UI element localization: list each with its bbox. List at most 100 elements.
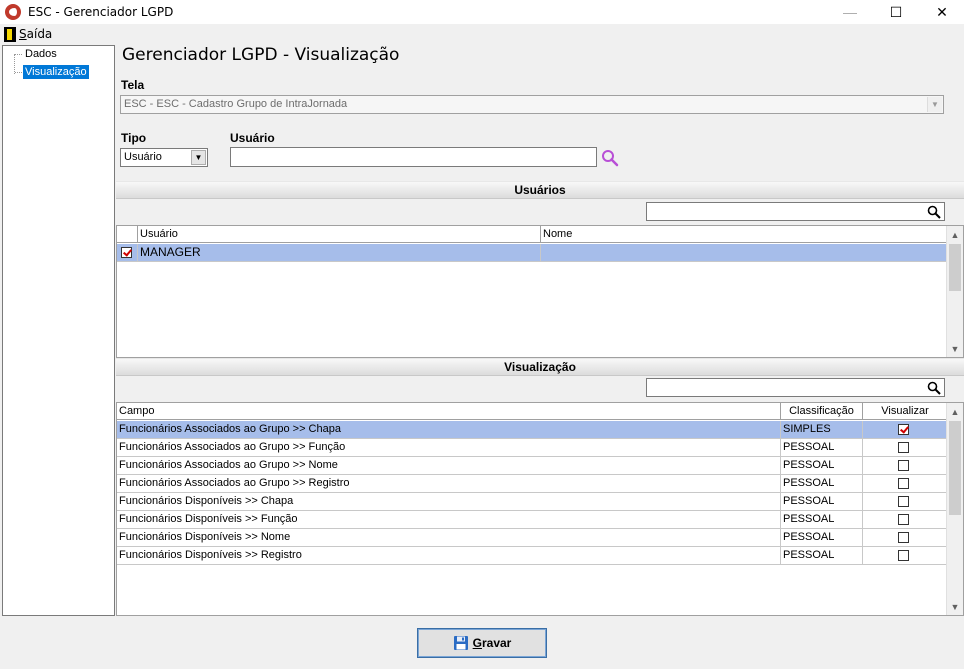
tela-label: Tela — [121, 78, 145, 92]
menu-saida-label: aída — [26, 27, 53, 41]
menu-saida-mnemonic: S — [19, 27, 27, 41]
page-title: Gerenciador LGPD - Visualização — [122, 45, 400, 65]
title-bar: ESC - Gerenciador LGPD — ☐ ✕ — [0, 0, 964, 24]
gravar-label: ravar — [481, 636, 512, 650]
campo-cell: Funcionários Disponíveis >> Nome — [117, 529, 781, 546]
campo-cell: Funcionários Associados ao Grupo >> Nome — [117, 457, 781, 474]
tree-connector — [15, 54, 22, 55]
classificacao-cell: PESSOAL — [781, 457, 863, 474]
visualizacao-section-header: Visualização — [116, 358, 964, 376]
gravar-mnemonic: G — [472, 636, 482, 650]
visualizar-checkbox[interactable] — [898, 514, 909, 525]
usuarios-scrollbar[interactable]: ▲ ▼ — [946, 226, 963, 357]
table-row[interactable]: Funcionários Associados ao Grupo >> Chap… — [117, 421, 946, 439]
visualizar-cell[interactable] — [863, 511, 946, 528]
column-header-classificacao[interactable]: Classificação — [781, 403, 863, 420]
table-row[interactable]: Funcionários Disponíveis >> Função PESSO… — [117, 511, 946, 529]
tipo-label: Tipo — [121, 131, 147, 145]
campo-cell: Funcionários Associados ao Grupo >> Regi… — [117, 475, 781, 492]
nome-cell — [541, 244, 946, 261]
campo-cell: Funcionários Disponíveis >> Registro — [117, 547, 781, 564]
scroll-down-icon[interactable]: ▼ — [947, 340, 963, 357]
chevron-down-icon[interactable]: ▼ — [191, 150, 206, 165]
close-button[interactable]: ✕ — [919, 0, 964, 24]
classificacao-cell: PESSOAL — [781, 475, 863, 492]
visualizar-checkbox[interactable] — [898, 424, 909, 435]
usuarios-search-input[interactable] — [646, 202, 945, 221]
usuarios-grid[interactable]: Usuário Nome MANAGER ▲ ▼ — [116, 225, 964, 358]
tipo-select[interactable]: Usuário ▼ — [120, 148, 208, 167]
tree-connector — [15, 72, 22, 73]
tipo-value: Usuário — [124, 151, 162, 163]
visualizar-checkbox[interactable] — [898, 460, 909, 471]
search-icon[interactable] — [927, 205, 941, 219]
column-header-campo[interactable]: Campo — [117, 403, 781, 420]
column-header-check[interactable] — [117, 226, 138, 243]
tree-item-dados[interactable]: Dados — [23, 47, 59, 61]
door-exit-icon — [4, 26, 16, 42]
column-header-nome[interactable]: Nome — [541, 226, 947, 243]
table-row[interactable]: Funcionários Associados ao Grupo >> Regi… — [117, 475, 946, 493]
visualizar-checkbox[interactable] — [898, 442, 909, 453]
tree-item-visualizacao[interactable]: Visualização — [23, 65, 89, 79]
maximize-button[interactable]: ☐ — [873, 0, 919, 24]
campo-cell: Funcionários Disponíveis >> Função — [117, 511, 781, 528]
window-title: ESC - Gerenciador LGPD — [28, 5, 174, 19]
table-row[interactable]: Funcionários Associados ao Grupo >> Nome… — [117, 457, 946, 475]
visualizar-cell[interactable] — [863, 475, 946, 492]
search-icon[interactable] — [927, 381, 941, 395]
usuarios-section-header: Usuários — [116, 181, 964, 199]
campo-cell: Funcionários Disponíveis >> Chapa — [117, 493, 781, 510]
visualizar-checkbox[interactable] — [898, 550, 909, 561]
table-row[interactable]: MANAGER — [117, 244, 946, 262]
visualizacao-scrollbar[interactable]: ▲ ▼ — [946, 403, 963, 615]
tela-value: ESC - ESC - Cadastro Grupo de IntraJorna… — [124, 98, 348, 110]
visualizar-cell[interactable] — [863, 529, 946, 546]
scroll-up-icon[interactable]: ▲ — [947, 226, 963, 243]
menu-saida[interactable]: Saída — [19, 27, 52, 41]
usuarios-grid-header: Usuário Nome — [117, 226, 947, 243]
table-row[interactable]: Funcionários Disponíveis >> Nome PESSOAL — [117, 529, 946, 547]
tree-connector — [14, 54, 15, 74]
visualizacao-search-input[interactable] — [646, 378, 945, 397]
usuario-input[interactable] — [230, 147, 597, 167]
visualizacao-grid[interactable]: Campo Classificação Visualizar Funcionár… — [116, 402, 964, 616]
chevron-down-icon: ▼ — [927, 97, 942, 112]
table-row[interactable]: Funcionários Associados ao Grupo >> Funç… — [117, 439, 946, 457]
visualizar-cell[interactable] — [863, 547, 946, 564]
column-header-usuario[interactable]: Usuário — [138, 226, 541, 243]
gravar-button[interactable]: Gravar — [417, 628, 547, 658]
scrollbar-thumb[interactable] — [949, 244, 961, 291]
campo-cell: Funcionários Associados ao Grupo >> Funç… — [117, 439, 781, 456]
classificacao-cell: PESSOAL — [781, 511, 863, 528]
app-icon — [5, 4, 21, 20]
classificacao-cell: PESSOAL — [781, 439, 863, 456]
visualizar-checkbox[interactable] — [898, 496, 909, 507]
classificacao-cell: PESSOAL — [781, 547, 863, 564]
row-checkbox[interactable] — [121, 247, 132, 258]
visualizar-cell[interactable] — [863, 421, 946, 438]
classificacao-cell: SIMPLES — [781, 421, 863, 438]
visualizar-checkbox[interactable] — [898, 532, 909, 543]
minimize-button[interactable]: — — [827, 0, 873, 24]
menu-bar: Saída — [0, 24, 964, 44]
navigation-tree[interactable]: Dados Visualização — [2, 45, 115, 616]
visualizar-checkbox[interactable] — [898, 478, 909, 489]
classificacao-cell: PESSOAL — [781, 493, 863, 510]
search-icon[interactable] — [601, 149, 619, 167]
usuario-label: Usuário — [230, 131, 275, 145]
column-header-visualizar[interactable]: Visualizar — [863, 403, 947, 420]
scrollbar-thumb[interactable] — [949, 421, 961, 515]
scroll-down-icon[interactable]: ▼ — [947, 598, 963, 615]
table-row[interactable]: Funcionários Disponíveis >> Chapa PESSOA… — [117, 493, 946, 511]
table-row[interactable]: Funcionários Disponíveis >> Registro PES… — [117, 547, 946, 565]
scroll-up-icon[interactable]: ▲ — [947, 403, 963, 420]
visualizacao-grid-header: Campo Classificação Visualizar — [117, 403, 947, 420]
campo-cell: Funcionários Associados ao Grupo >> Chap… — [117, 421, 781, 438]
visualizar-cell[interactable] — [863, 439, 946, 456]
visualizar-cell[interactable] — [863, 457, 946, 474]
classificacao-cell: PESSOAL — [781, 529, 863, 546]
row-checkbox-cell[interactable] — [117, 244, 138, 261]
visualizar-cell[interactable] — [863, 493, 946, 510]
floppy-disk-icon — [453, 636, 468, 650]
